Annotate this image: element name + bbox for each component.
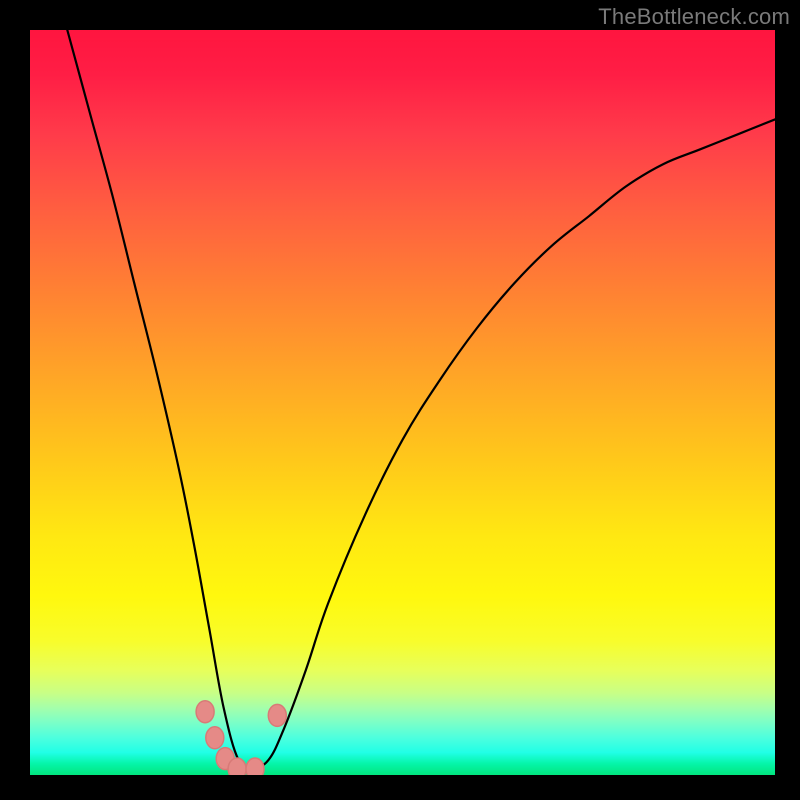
watermark-text: TheBottleneck.com	[598, 4, 790, 30]
dot-valley-right	[246, 758, 264, 775]
dot-valley-left	[228, 758, 246, 775]
chart-frame: TheBottleneck.com	[0, 0, 800, 800]
curve-markers	[196, 701, 286, 775]
plot-area	[30, 30, 775, 775]
bottleneck-curve	[67, 30, 775, 768]
dot-left-mid	[206, 727, 224, 749]
dot-left-upper	[196, 701, 214, 723]
bottleneck-curve-svg	[30, 30, 775, 775]
dot-right-upper	[268, 704, 286, 726]
